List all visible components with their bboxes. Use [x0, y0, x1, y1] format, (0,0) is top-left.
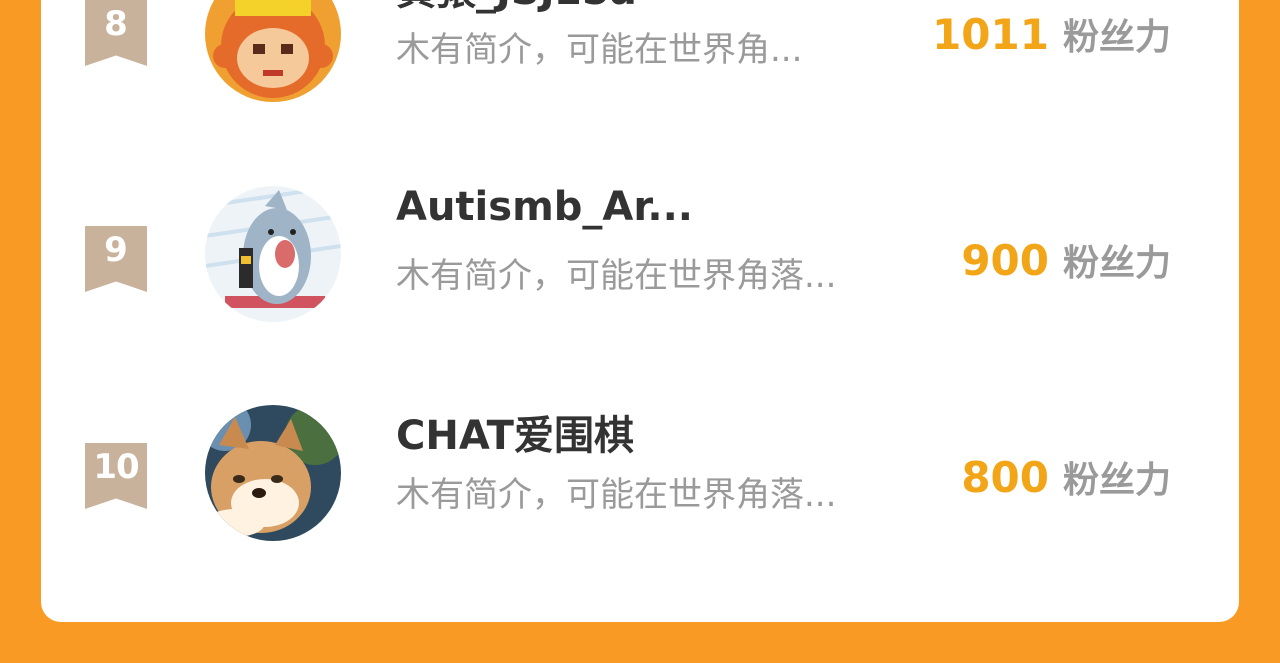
- fans-power: 1011 粉丝力: [932, 8, 1171, 60]
- list-item[interactable]: 10 CHAT爱围棋 木有简介，可能在世界角落... 800 粉丝力: [41, 405, 1239, 565]
- fans-power: 900 粉丝力: [961, 234, 1171, 286]
- avatar[interactable]: [205, 0, 341, 102]
- ranking-card: 8 黄猿_JSJE5a 木有简介，可能在世界角... 1011 粉丝力: [41, 0, 1239, 622]
- avatar[interactable]: [205, 405, 341, 541]
- rank-badge: 8: [85, 0, 147, 66]
- fans-count: 800: [961, 453, 1049, 502]
- user-bio: 木有简介，可能在世界角落...: [396, 475, 837, 515]
- user-name[interactable]: Autismb_Ar...: [396, 184, 693, 230]
- monkey-king-avatar-icon: [205, 0, 341, 102]
- user-bio: 木有简介，可能在世界角落...: [396, 256, 837, 296]
- rank-badge: 9: [85, 226, 147, 292]
- fans-count: 1011: [932, 10, 1049, 59]
- fans-label: 粉丝力: [1062, 460, 1171, 501]
- list-item[interactable]: 8 黄猿_JSJE5a 木有简介，可能在世界角... 1011 粉丝力: [41, 0, 1239, 120]
- rank-number: 9: [104, 230, 128, 270]
- rank-number: 10: [93, 447, 139, 487]
- fans-label: 粉丝力: [1062, 243, 1171, 284]
- fans-power: 800 粉丝力: [961, 451, 1171, 503]
- avatar[interactable]: [205, 186, 341, 322]
- shiba-dog-avatar-icon: [205, 405, 341, 541]
- user-name[interactable]: 黄猿_JSJE5a: [396, 0, 637, 16]
- fans-count: 900: [961, 236, 1049, 285]
- user-bio: 木有简介，可能在世界角...: [396, 30, 803, 70]
- shark-avatar-icon: [205, 186, 341, 322]
- fans-label: 粉丝力: [1062, 17, 1171, 58]
- user-name[interactable]: CHAT爱围棋: [396, 403, 634, 461]
- rank-number: 8: [104, 4, 128, 44]
- list-item[interactable]: 9 Autismb_Ar... 木有简介，可能在世界角落... 900 粉丝力: [41, 184, 1239, 346]
- rank-badge: 10: [85, 443, 147, 509]
